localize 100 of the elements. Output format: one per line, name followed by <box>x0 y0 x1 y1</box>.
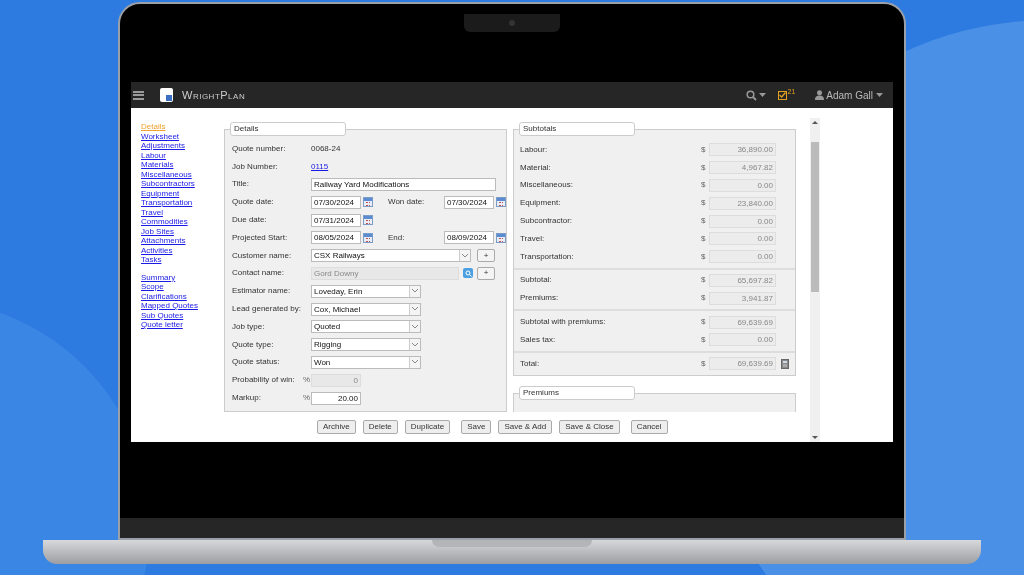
dropdown[interactable]: Loveday, Erin <box>311 284 421 298</box>
search-icon[interactable] <box>463 268 473 279</box>
field-label: Quote number: <box>232 142 287 155</box>
action-button[interactable]: Save & Add <box>498 420 553 434</box>
calendar-icon[interactable] <box>363 215 373 226</box>
sidebar-link[interactable]: Quote letter <box>141 320 183 330</box>
sidebar-link[interactable]: Miscellaneous <box>141 169 192 179</box>
dropdown[interactable]: Rigging <box>311 338 421 352</box>
caret-icon <box>409 339 420 351</box>
field-label: Equipment: <box>520 197 562 210</box>
dropdown[interactable]: Cox, Michael <box>311 302 421 316</box>
amount-field: 4,967.82 <box>709 161 776 175</box>
date-field[interactable]: 07/30/2024 <box>311 195 361 209</box>
action-button[interactable]: Archive <box>317 420 356 434</box>
amount-field: 0.00 <box>709 333 776 347</box>
amount-field: 3,941.87 <box>709 291 776 305</box>
panel-legend: Premiums <box>519 385 635 400</box>
currency-sign: $ <box>701 215 707 228</box>
sidebar-link[interactable]: Mapped Quotes <box>141 301 198 311</box>
percent-sign: % <box>303 374 311 387</box>
user-menu[interactable]: Adam Gall <box>826 87 883 103</box>
dropdown[interactable]: CSX Railways <box>311 249 471 263</box>
dropdown[interactable]: Quoted <box>311 320 421 334</box>
action-button[interactable]: Duplicate <box>404 420 451 434</box>
action-button[interactable]: Delete <box>362 420 398 434</box>
sidebar-link[interactable]: Scope <box>141 282 164 292</box>
currency-sign: $ <box>701 161 707 174</box>
field-label: Sales tax: <box>520 333 557 346</box>
sidebar-link[interactable]: Adjustments <box>141 141 186 151</box>
field-label: Contact name: <box>232 267 286 280</box>
field-label: Won date: <box>388 196 426 209</box>
action-button[interactable]: Save & Close <box>559 420 620 434</box>
currency-sign: $ <box>701 316 707 329</box>
caret-icon <box>409 303 420 315</box>
currency-sign: $ <box>701 274 707 287</box>
amount-field: 0.00 <box>709 179 776 192</box>
date-field[interactable]: 07/31/2024 <box>311 213 361 227</box>
caret-icon <box>409 321 420 333</box>
field-label: Quote status: <box>232 356 281 369</box>
field-label: Subtotal: <box>520 274 553 287</box>
field-label: Material: <box>520 161 552 174</box>
menu-icon[interactable] <box>133 90 144 100</box>
field-label: Travel: <box>520 232 546 245</box>
date-field[interactable]: 08/09/2024 <box>444 231 494 245</box>
sidebar-link[interactable]: Labour <box>141 150 166 160</box>
sidebar-link[interactable]: Worksheet <box>141 131 180 141</box>
search-menu-icon[interactable] <box>745 89 766 101</box>
sidebar-link[interactable]: Job Sites <box>141 226 174 236</box>
calendar-icon[interactable] <box>496 232 506 243</box>
amount-field: 36,890.00 <box>709 143 776 157</box>
date-field[interactable]: 07/30/2024 <box>444 195 494 209</box>
amount-field: 65,697.82 <box>709 273 776 287</box>
sidebar-link[interactable]: Materials <box>141 160 174 170</box>
sidebar-link[interactable]: Activities <box>141 245 173 255</box>
amount-field: 23,840.00 <box>709 196 776 210</box>
action-button[interactable]: Cancel <box>630 420 668 434</box>
sidebar-link[interactable]: Travel <box>141 207 163 217</box>
action-button[interactable]: Save <box>461 420 492 434</box>
add-button[interactable]: + <box>477 266 495 280</box>
sidebar-link[interactable]: Equipment <box>141 188 180 198</box>
amount-field: 69,639.69 <box>709 315 776 329</box>
add-button[interactable]: + <box>477 249 495 263</box>
sidebar-link[interactable]: Tasks <box>141 255 162 265</box>
sidebar-link[interactable]: Attachments <box>141 236 186 246</box>
field-label: Subcontractor: <box>520 215 574 228</box>
field-label: Due date: <box>232 214 268 227</box>
panel-legend: Subtotals <box>519 122 635 136</box>
percent-sign: % <box>303 392 311 405</box>
field-label: End: <box>388 231 406 244</box>
sidebar-link[interactable]: Sub Quotes <box>141 310 184 320</box>
calculator-icon[interactable] <box>781 358 789 369</box>
sidebar-link[interactable]: Transportation <box>141 198 193 208</box>
caret-icon <box>409 356 420 368</box>
scrollbar[interactable] <box>810 118 820 442</box>
calendar-icon[interactable] <box>363 232 373 243</box>
currency-sign: $ <box>701 143 707 156</box>
calendar-icon[interactable] <box>363 197 373 208</box>
field-label: Transportation: <box>520 250 575 263</box>
field-label: Customer name: <box>232 249 293 262</box>
job-number-link[interactable]: 0115 <box>311 160 329 173</box>
amount-field: 0.00 <box>709 250 776 264</box>
sidebar-link[interactable]: Summary <box>141 272 176 282</box>
sidebar-link[interactable]: Commodities <box>141 217 188 227</box>
field-label: Quote type: <box>232 338 275 351</box>
title-field[interactable]: Railway Yard Modifications <box>311 178 496 191</box>
field-label: Projected Start: <box>232 231 289 244</box>
percent-field: 0 <box>311 373 361 387</box>
calendar-icon[interactable] <box>496 197 506 208</box>
field-label: Job type: <box>232 320 266 333</box>
currency-sign: $ <box>701 250 707 263</box>
field-label: Job Number: <box>232 160 279 173</box>
date-field[interactable]: 08/05/2024 <box>311 231 361 245</box>
percent-field[interactable]: 20.00 <box>311 391 361 405</box>
currency-sign: $ <box>701 292 707 305</box>
dropdown[interactable]: Won <box>311 355 421 369</box>
currency-sign: $ <box>701 357 707 370</box>
sidebar-link[interactable]: Subcontractors <box>141 179 195 189</box>
app-title: WrightPlan <box>182 87 246 103</box>
task-check-icon[interactable] <box>777 90 787 100</box>
sidebar-link[interactable]: Clarifications <box>141 291 187 301</box>
